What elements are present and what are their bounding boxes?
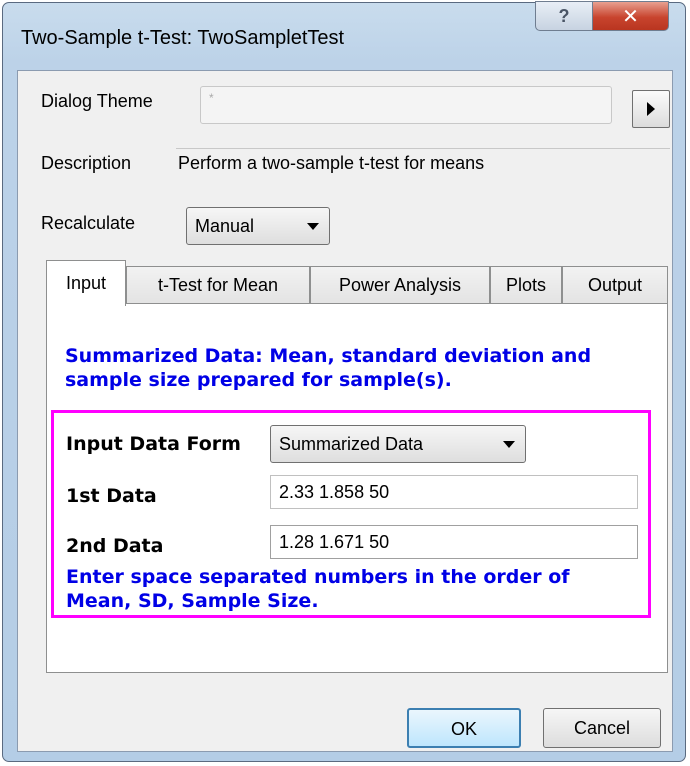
help-icon: ? — [558, 5, 570, 26]
dialog-window: Two-Sample t-Test: TwoSampletTest ? ✕ Di… — [2, 1, 686, 762]
triangle-right-icon — [647, 102, 655, 116]
description-field: Perform a two-sample t-test for means — [176, 148, 670, 180]
second-data-label: 2nd Data — [66, 535, 164, 557]
cancel-button[interactable]: Cancel — [543, 708, 661, 748]
window-title: Two-Sample t-Test: TwoSampletTest — [21, 27, 345, 49]
ok-button[interactable]: OK — [407, 708, 521, 748]
first-data-label: 1st Data — [66, 485, 157, 507]
dialog-theme-placeholder: * — [209, 91, 214, 105]
recalculate-value: Manual — [195, 216, 255, 236]
dialog-theme-label: Dialog Theme — [41, 91, 153, 111]
input-data-form-value: Summarized Data — [279, 434, 424, 454]
hint-line2: Mean, SD, Sample Size. — [66, 590, 319, 612]
dialog-theme-menu-button[interactable] — [632, 90, 670, 128]
tab-power-analysis[interactable]: Power Analysis — [310, 266, 490, 304]
first-data-input[interactable]: 2.33 1.858 50 — [270, 475, 638, 509]
close-button[interactable]: ✕ — [592, 1, 669, 31]
close-icon: ✕ — [622, 5, 639, 28]
tab-input-label: Input — [65, 273, 107, 293]
recalculate-label: Recalculate — [41, 213, 136, 233]
help-button[interactable]: ? — [535, 1, 593, 31]
input-tab-panel: Summarized Data: Mean, standard deviatio… — [46, 303, 668, 673]
chevron-down-icon — [503, 441, 515, 448]
description-text: Perform a two-sample t-test for means — [178, 153, 485, 173]
description-label: Description — [41, 153, 132, 173]
tab-plots-label: Plots — [505, 275, 547, 295]
input-data-group: Input Data Form Summarized Data 1st Data… — [51, 410, 651, 618]
tab-plots[interactable]: Plots — [490, 266, 562, 304]
tab-output-label: Output — [587, 275, 643, 295]
second-data-input[interactable]: 1.28 1.671 50 — [270, 525, 638, 559]
input-data-form-label: Input Data Form — [66, 433, 241, 455]
chevron-down-icon — [307, 223, 319, 230]
summary-info-line1: Summarized Data: Mean, standard deviatio… — [65, 345, 592, 367]
tab-output[interactable]: Output — [562, 266, 668, 304]
input-data-form-dropdown[interactable]: Summarized Data — [270, 425, 526, 463]
tab-t-test-label: t-Test for Mean — [157, 275, 279, 295]
tab-power-analysis-label: Power Analysis — [338, 275, 462, 295]
summary-info-line2: sample size prepared for sample(s). — [65, 369, 452, 391]
hint-line1: Enter space separated numbers in the ord… — [66, 566, 570, 588]
title-bar[interactable]: Two-Sample t-Test: TwoSampletTest ? ✕ — [3, 1, 685, 73]
dialog-body: Dialog Theme * Description Perform a two… — [17, 70, 673, 752]
recalculate-dropdown[interactable]: Manual — [186, 207, 330, 245]
tab-t-test-for-mean[interactable]: t-Test for Mean — [126, 266, 310, 304]
dialog-theme-field[interactable]: * — [200, 86, 612, 124]
tab-input[interactable]: Input — [46, 260, 126, 306]
